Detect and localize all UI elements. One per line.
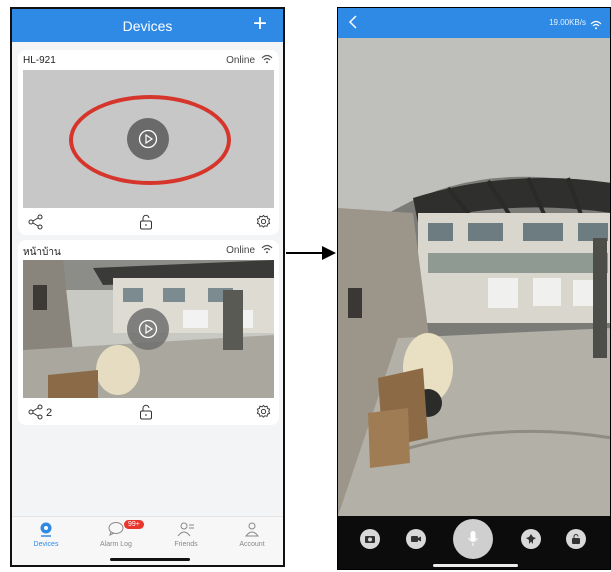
alarm-badge: 99+ bbox=[124, 520, 144, 529]
settings-gear-icon[interactable] bbox=[256, 404, 271, 424]
page-title: Devices bbox=[122, 18, 173, 34]
tab-label: Friends bbox=[174, 541, 198, 548]
pin-icon bbox=[526, 534, 536, 544]
bottom-tab-bar: Devices 99+ Alarm Log Friends Account bbox=[12, 516, 283, 565]
tab-friends[interactable]: Friends bbox=[156, 521, 216, 548]
wifi-icon bbox=[261, 54, 273, 67]
tab-label: Alarm Log bbox=[100, 541, 132, 548]
device-card-header: HL-921 Online bbox=[18, 50, 279, 69]
share-icon[interactable] bbox=[28, 404, 44, 425]
live-view-header: 19.00KB/s bbox=[338, 8, 610, 38]
unlock-door-button[interactable] bbox=[566, 529, 586, 549]
pin-button[interactable] bbox=[521, 529, 541, 549]
settings-gear-icon[interactable] bbox=[256, 214, 271, 234]
device-card-actions bbox=[18, 210, 279, 234]
live-controls-bar bbox=[338, 516, 610, 569]
video-thumbnail[interactable] bbox=[23, 260, 274, 398]
video-preview[interactable] bbox=[23, 70, 274, 208]
talk-button[interactable] bbox=[453, 519, 493, 559]
share-icon[interactable] bbox=[28, 214, 44, 235]
device-card-header: หน้าบ้าน Online bbox=[18, 240, 279, 259]
play-icon bbox=[138, 129, 158, 149]
device-status: Online bbox=[226, 245, 255, 256]
tab-account[interactable]: Account bbox=[222, 521, 282, 548]
live-view-screen: 19.00KB/s bbox=[337, 7, 611, 570]
play-icon bbox=[138, 319, 158, 339]
unlock-icon[interactable] bbox=[139, 214, 153, 235]
play-button[interactable] bbox=[127, 308, 169, 350]
carport-scene-live bbox=[338, 38, 610, 516]
bitrate-readout: 19.00KB/s bbox=[549, 18, 586, 27]
transition-arrow bbox=[286, 246, 336, 260]
tab-alarm-log[interactable]: 99+ Alarm Log bbox=[86, 520, 146, 548]
home-indicator bbox=[110, 558, 190, 561]
video-record-icon bbox=[411, 536, 421, 542]
chat-bubble-icon bbox=[108, 522, 124, 536]
tab-devices[interactable]: Devices bbox=[16, 521, 76, 548]
device-card[interactable]: HL-921 Online bbox=[18, 50, 279, 235]
camera-snapshot-icon bbox=[365, 536, 375, 543]
home-indicator bbox=[433, 564, 518, 567]
tab-label: Devices bbox=[33, 541, 59, 548]
record-button[interactable] bbox=[406, 529, 426, 549]
person-icon bbox=[244, 522, 260, 537]
wifi-icon bbox=[261, 244, 273, 257]
back-chevron-icon[interactable] bbox=[348, 14, 358, 35]
share-count: 2 bbox=[46, 407, 53, 419]
device-name: หน้าบ้าน bbox=[23, 247, 61, 258]
tab-label: Account bbox=[239, 541, 265, 548]
unlock-icon[interactable] bbox=[139, 404, 153, 425]
app-header: Devices + bbox=[12, 9, 283, 42]
live-video-feed[interactable] bbox=[338, 38, 610, 516]
device-card-actions: 2 bbox=[18, 400, 279, 424]
wifi-icon bbox=[590, 17, 602, 35]
device-card[interactable]: หน้าบ้าน Online 2 bbox=[18, 240, 279, 425]
lock-icon bbox=[572, 534, 580, 544]
device-status: Online bbox=[226, 55, 255, 66]
add-device-button[interactable]: + bbox=[253, 11, 267, 37]
microphone-icon bbox=[468, 531, 478, 546]
play-button[interactable] bbox=[127, 118, 169, 160]
friends-icon bbox=[177, 522, 194, 537]
device-list-screen: Devices + HL-921 Online หน้าบ้าน Online … bbox=[10, 7, 285, 567]
camera-icon bbox=[40, 522, 52, 537]
device-name: HL-921 bbox=[23, 55, 56, 66]
snapshot-button[interactable] bbox=[360, 529, 380, 549]
